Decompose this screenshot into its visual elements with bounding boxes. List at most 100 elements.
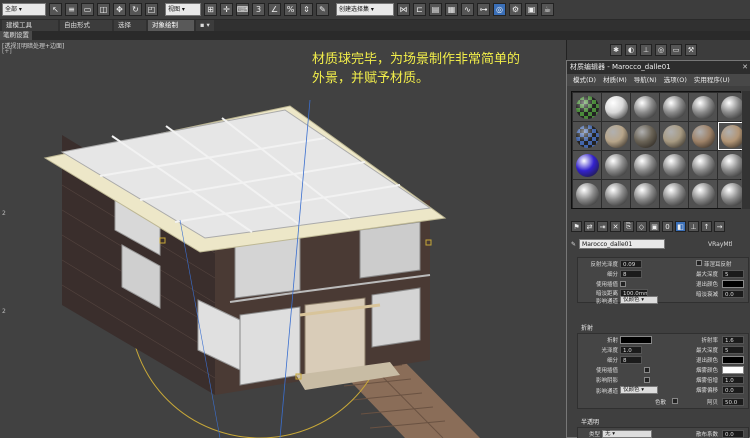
abbe-input[interactable]: 50.0: [722, 398, 744, 406]
percent-snap-icon[interactable]: %: [284, 3, 297, 16]
material-editor-titlebar[interactable]: 材质编辑器 - Marocco_dalle01 ✕: [567, 61, 750, 74]
move-icon[interactable]: ✥: [113, 3, 126, 16]
put-to-library-icon[interactable]: ▣: [649, 221, 660, 232]
render-frame-icon[interactable]: ▣: [525, 3, 538, 16]
select-name-icon[interactable]: ≡: [65, 3, 78, 16]
angle-snap-icon[interactable]: ∠: [268, 3, 281, 16]
render-setup-icon[interactable]: ⚙: [509, 3, 522, 16]
put-to-scene-icon[interactable]: ⇄: [584, 221, 595, 232]
refract-maxdepth-input[interactable]: 5: [722, 346, 744, 354]
menu-mode[interactable]: 模式(D): [570, 74, 599, 86]
rect-select-icon[interactable]: ▭: [81, 3, 94, 16]
material-slot[interactable]: [631, 180, 659, 208]
material-id-icon[interactable]: 0: [662, 221, 673, 232]
refract-gloss-input[interactable]: 1.0: [620, 346, 642, 354]
view-dropdown[interactable]: 视图 ▾: [165, 3, 201, 16]
dispersion-checkbox[interactable]: [672, 398, 678, 404]
tab-brush-settings[interactable]: 笔刷设置: [0, 31, 32, 40]
fog-bias-input[interactable]: 0.0: [722, 386, 744, 394]
material-slot[interactable]: [689, 180, 717, 208]
refract-interp-checkbox[interactable]: [644, 367, 650, 373]
ribbon-icon[interactable]: ▦: [445, 3, 458, 16]
material-slot[interactable]: [660, 122, 688, 150]
material-slot[interactable]: [573, 151, 601, 179]
menu-material[interactable]: 材质(M): [600, 74, 630, 86]
go-to-parent-icon[interactable]: ↑: [701, 221, 712, 232]
material-slot[interactable]: [660, 180, 688, 208]
show-in-viewport-icon[interactable]: ◧: [675, 221, 686, 232]
material-slot[interactable]: [631, 122, 659, 150]
copy-material-icon[interactable]: ⎘: [623, 221, 634, 232]
named-selection-set-dropdown[interactable]: 创建选择集 ▾: [336, 3, 394, 16]
affect-shadows-checkbox[interactable]: [644, 377, 650, 383]
rotate-icon[interactable]: ↻: [129, 3, 142, 16]
tab-modeling-tools[interactable]: 建模工具: [2, 20, 58, 31]
curve-editor-icon[interactable]: ∿: [461, 3, 474, 16]
align-icon[interactable]: ⊏: [413, 3, 426, 16]
material-slot[interactable]: [573, 122, 601, 150]
fog-color-swatch[interactable]: [722, 366, 744, 374]
hierarchy-icon[interactable]: ⊥: [640, 44, 652, 56]
tab-selection[interactable]: 选择: [114, 20, 146, 31]
scatter-coeff-input[interactable]: 0.0: [722, 430, 744, 438]
pivot-icon[interactable]: ⊞: [204, 3, 217, 16]
eyedropper-icon[interactable]: ✎: [571, 241, 576, 248]
motion-icon[interactable]: ◎: [655, 44, 667, 56]
go-forward-icon[interactable]: →: [714, 221, 725, 232]
refl-maxdepth-input[interactable]: 5: [722, 270, 744, 278]
material-slot[interactable]: [689, 93, 717, 121]
create-icon[interactable]: ✱: [610, 44, 622, 56]
spinner-snap-icon[interactable]: ⇕: [300, 3, 313, 16]
assign-to-selection-icon[interactable]: ⇥: [597, 221, 608, 232]
show-end-result-icon[interactable]: ⊥: [688, 221, 699, 232]
material-slot[interactable]: [660, 151, 688, 179]
refract-affect-select[interactable]: 仅颜色 ▾: [620, 386, 658, 394]
material-slot[interactable]: [631, 93, 659, 121]
window-icon[interactable]: ◫: [97, 3, 110, 16]
get-material-icon[interactable]: ⚑: [571, 221, 582, 232]
scale-icon[interactable]: ◰: [145, 3, 158, 16]
fresnel-checkbox[interactable]: [696, 260, 702, 266]
keyboard-icon[interactable]: ⌨: [236, 3, 249, 16]
material-name-field[interactable]: Marocco_dalle01: [579, 239, 666, 249]
menu-utilities[interactable]: 实用程序(U): [691, 74, 733, 86]
selection-filter-dropdown[interactable]: 全部 ▾: [2, 3, 46, 16]
tab-object-paint[interactable]: 对象绘制: [148, 20, 194, 31]
display-icon[interactable]: ▭: [670, 44, 682, 56]
material-slot[interactable]: [689, 151, 717, 179]
mirror-icon[interactable]: ⋈: [397, 3, 410, 16]
material-slot[interactable]: [573, 93, 601, 121]
ribbon-options-dropdown[interactable]: ▪ ▾: [196, 20, 214, 31]
render-icon[interactable]: ☕: [541, 3, 554, 16]
material-slot[interactable]: [689, 122, 717, 150]
slots-scrollbar[interactable]: [742, 91, 750, 209]
refract-exit-color-swatch[interactable]: [722, 356, 744, 364]
refl-exit-color-swatch[interactable]: [722, 280, 744, 288]
material-slot[interactable]: [602, 122, 630, 150]
material-slot[interactable]: [660, 93, 688, 121]
modify-icon[interactable]: ◐: [625, 44, 637, 56]
material-slot[interactable]: [602, 180, 630, 208]
edit-named-set-icon[interactable]: ✎: [316, 3, 329, 16]
material-slot[interactable]: [573, 180, 601, 208]
perspective-viewport[interactable]: [透视][明暗处理+边面] [+] 2 2 材质球完毕，为场景制作非常简单的 外…: [0, 40, 566, 438]
material-type-button[interactable]: VRayMtl: [708, 241, 733, 248]
layer-icon[interactable]: ▤: [429, 3, 442, 16]
snap-icon[interactable]: 3: [252, 3, 265, 16]
close-icon[interactable]: ✕: [742, 61, 748, 74]
refl-affect-select[interactable]: 仅颜色 ▾: [620, 296, 658, 304]
menu-navigation[interactable]: 导航(N): [631, 74, 660, 86]
material-slot[interactable]: [602, 93, 630, 121]
refract-subdivs-input[interactable]: 8: [620, 356, 642, 364]
refl-dim-falloff-input[interactable]: 0.0: [722, 290, 744, 298]
make-unique-icon[interactable]: ◇: [636, 221, 647, 232]
refl-interp-checkbox[interactable]: [620, 281, 626, 287]
schematic-icon[interactable]: ⊶: [477, 3, 490, 16]
translucency-type-select[interactable]: 无 ▾: [602, 430, 652, 438]
material-editor-icon[interactable]: ◎: [493, 3, 506, 16]
utilities-icon[interactable]: ⚒: [685, 44, 697, 56]
select-icon[interactable]: ↖: [49, 3, 62, 16]
menu-options[interactable]: 选项(O): [661, 74, 690, 86]
reset-icon[interactable]: ✕: [610, 221, 621, 232]
material-slot[interactable]: [602, 151, 630, 179]
